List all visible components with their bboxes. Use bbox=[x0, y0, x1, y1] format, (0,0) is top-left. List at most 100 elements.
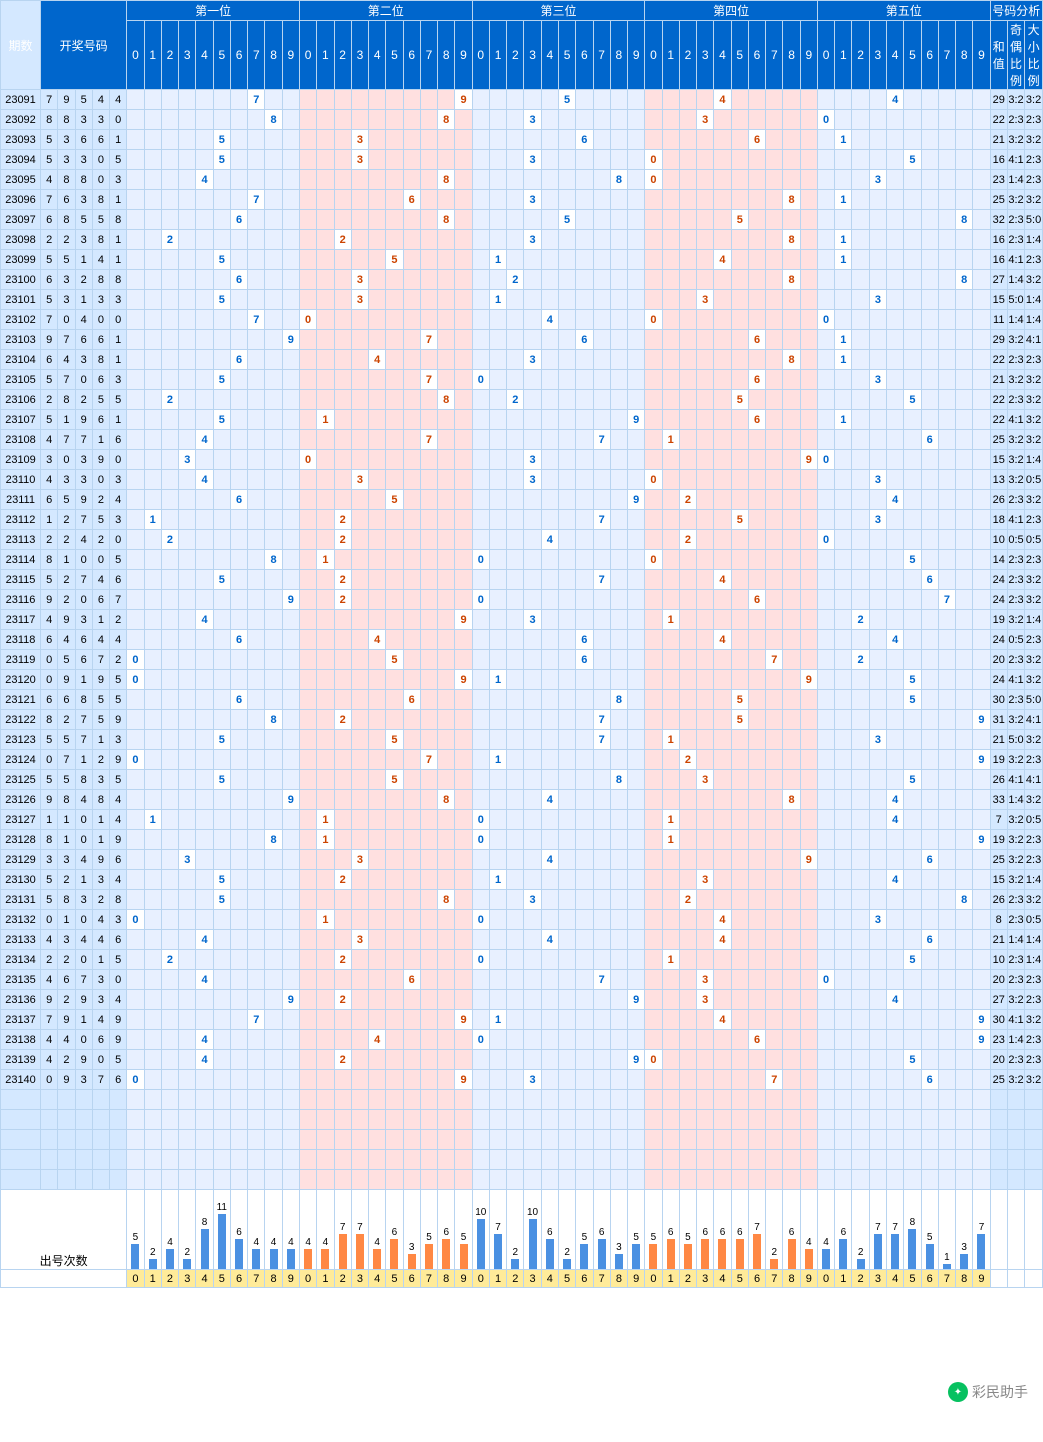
trend-cell bbox=[800, 150, 817, 170]
trend-cell bbox=[438, 310, 455, 330]
trend-cell bbox=[610, 470, 627, 490]
trend-cell bbox=[386, 990, 403, 1010]
num-cell: 7 bbox=[75, 570, 92, 590]
data-row: 231039766197661293:24:1 bbox=[1, 330, 1043, 350]
trend-cell: 9 bbox=[800, 670, 817, 690]
num-cell: 6 bbox=[58, 190, 75, 210]
trend-cell bbox=[869, 570, 886, 590]
trend-cell bbox=[645, 210, 662, 230]
trend-cell bbox=[455, 430, 472, 450]
trend-cell: 7 bbox=[248, 1010, 265, 1030]
num-cell: 0 bbox=[41, 1070, 58, 1090]
period-cell: 23108 bbox=[1, 430, 41, 450]
trend-cell bbox=[869, 690, 886, 710]
trend-cell bbox=[645, 410, 662, 430]
trend-cell bbox=[679, 770, 696, 790]
trend-cell bbox=[938, 90, 955, 110]
trend-cell bbox=[334, 750, 351, 770]
trend-cell bbox=[938, 210, 955, 230]
trend-cell bbox=[973, 930, 990, 950]
data-row: 231027040070400111:41:4 bbox=[1, 310, 1043, 330]
trend-cell bbox=[317, 610, 334, 630]
trend-cell bbox=[956, 110, 973, 130]
bottom-digit: 3 bbox=[869, 1270, 886, 1288]
trend-cell: 4 bbox=[196, 430, 213, 450]
trend-cell bbox=[938, 310, 955, 330]
trend-cell bbox=[869, 990, 886, 1010]
trend-cell bbox=[230, 910, 247, 930]
stat-cell: 2:3 bbox=[1025, 630, 1043, 650]
trend-cell bbox=[334, 670, 351, 690]
trend-cell: 5 bbox=[213, 250, 230, 270]
trend-cell bbox=[576, 850, 593, 870]
trend-cell: 9 bbox=[973, 1030, 990, 1050]
trend-cell bbox=[179, 1010, 196, 1030]
trend-cell bbox=[317, 590, 334, 610]
num-cell: 5 bbox=[58, 650, 75, 670]
trend-cell bbox=[438, 530, 455, 550]
trend-cell bbox=[921, 390, 938, 410]
stat-cell: 1:4 bbox=[1007, 310, 1024, 330]
num-cell: 7 bbox=[92, 650, 109, 670]
trend-cell bbox=[973, 670, 990, 690]
trend-cell bbox=[869, 190, 886, 210]
stat-cell: 20 bbox=[990, 970, 1007, 990]
stat-cell: 3:2 bbox=[1025, 730, 1043, 750]
trend-cell: 8 bbox=[956, 890, 973, 910]
trend-cell bbox=[524, 370, 541, 390]
trend-cell bbox=[714, 1050, 731, 1070]
trend-cell bbox=[438, 510, 455, 530]
trend-cell bbox=[230, 310, 247, 330]
trend-cell bbox=[386, 310, 403, 330]
trend-cell: 8 bbox=[956, 210, 973, 230]
trend-cell bbox=[403, 950, 420, 970]
stat-cell: 23 bbox=[990, 1030, 1007, 1050]
trend-cell bbox=[817, 990, 834, 1010]
trend-cell bbox=[766, 850, 783, 870]
trend-cell bbox=[610, 970, 627, 990]
trend-cell: 3 bbox=[697, 770, 714, 790]
trend-cell bbox=[576, 610, 593, 630]
stat-cell: 21 bbox=[990, 730, 1007, 750]
trend-cell bbox=[472, 890, 489, 910]
trend-cell: 4 bbox=[887, 790, 904, 810]
trend-cell bbox=[576, 90, 593, 110]
trend-cell bbox=[282, 850, 299, 870]
trend-cell bbox=[697, 670, 714, 690]
trend-cell bbox=[472, 570, 489, 590]
trend-cell bbox=[317, 1050, 334, 1070]
trend-cell bbox=[248, 1050, 265, 1070]
trend-cell bbox=[369, 1050, 386, 1070]
trend-cell bbox=[351, 770, 368, 790]
trend-cell bbox=[766, 410, 783, 430]
trend-cell bbox=[369, 270, 386, 290]
trend-cell bbox=[610, 670, 627, 690]
trend-cell bbox=[852, 690, 869, 710]
trend-cell bbox=[610, 810, 627, 830]
trend-cell bbox=[593, 590, 610, 610]
trend-cell bbox=[938, 390, 955, 410]
period-cell: 23134 bbox=[1, 950, 41, 970]
trend-cell bbox=[420, 510, 437, 530]
trend-cell bbox=[541, 170, 558, 190]
trend-cell bbox=[904, 270, 921, 290]
trend-cell bbox=[679, 210, 696, 230]
trend-cell bbox=[783, 1050, 800, 1070]
trend-cell bbox=[299, 530, 316, 550]
trend-cell bbox=[714, 230, 731, 250]
trend-cell bbox=[610, 510, 627, 530]
num-cell: 4 bbox=[110, 490, 127, 510]
num-cell: 2 bbox=[75, 390, 92, 410]
trend-cell bbox=[489, 850, 506, 870]
trend-cell bbox=[783, 530, 800, 550]
num-cell: 8 bbox=[92, 190, 109, 210]
trend-cell bbox=[679, 970, 696, 990]
trend-cell bbox=[507, 530, 524, 550]
trend-cell bbox=[921, 970, 938, 990]
trend-cell bbox=[887, 430, 904, 450]
data-row: 231354673046730202:32:3 bbox=[1, 970, 1043, 990]
trend-cell bbox=[317, 670, 334, 690]
trend-cell bbox=[835, 110, 852, 130]
trend-cell bbox=[248, 470, 265, 490]
trend-cell bbox=[196, 870, 213, 890]
